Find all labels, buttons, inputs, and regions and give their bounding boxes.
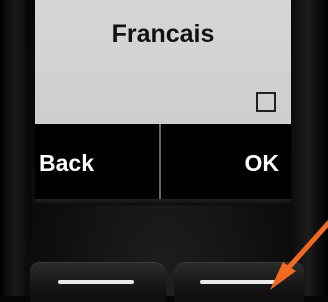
- softkey-buttons: [30, 262, 304, 302]
- right-bezel: [292, 0, 328, 296]
- right-softkey-button[interactable]: [174, 262, 304, 302]
- left-softkey-bar: [58, 280, 134, 284]
- softkey-back-label: Back: [39, 150, 94, 176]
- right-softkey-bar: [200, 280, 276, 284]
- language-option-label[interactable]: Francais: [35, 20, 291, 49]
- phone-screen: Francais Back OK: [35, 0, 291, 200]
- display-area: Francais: [35, 0, 291, 124]
- left-bezel: [0, 0, 26, 296]
- language-option-checkbox[interactable]: [256, 92, 276, 112]
- softkey-divider: [159, 124, 161, 200]
- left-softkey-button[interactable]: [30, 262, 166, 302]
- softkey-ok-label: OK: [244, 150, 280, 176]
- screen-bottom-edge: [35, 199, 291, 205]
